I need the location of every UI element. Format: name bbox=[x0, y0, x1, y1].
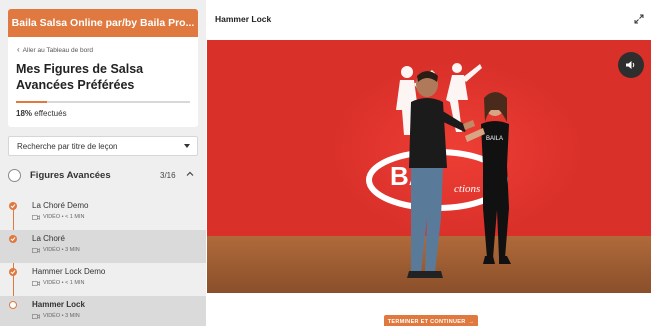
lesson-meta: VIDÉO • 3 MIN bbox=[32, 247, 80, 253]
lesson-item-current[interactable]: Hammer Lock VIDÉO • 3 MIN bbox=[0, 296, 206, 326]
lesson-item[interactable]: La Choré VIDÉO • 3 MIN bbox=[0, 230, 206, 263]
sidebar: Baila Salsa Online par/by Baila Pro... ‹… bbox=[0, 0, 206, 326]
lesson-meta-text: VIDÉO • < 1 MIN bbox=[43, 280, 85, 286]
incomplete-circle-icon bbox=[9, 301, 17, 309]
chevron-up-icon[interactable] bbox=[186, 170, 194, 178]
lesson-meta: VIDÉO • < 1 MIN bbox=[32, 214, 85, 220]
complete-and-continue-button[interactable]: TERMINER ET CONTINUER → bbox=[384, 315, 478, 326]
lesson-meta: VIDÉO • < 1 MIN bbox=[32, 280, 85, 286]
continue-label: TERMINER ET CONTINUER bbox=[387, 318, 466, 325]
lesson-meta-text: VIDÉO • < 1 MIN bbox=[43, 214, 85, 220]
check-icon bbox=[9, 202, 17, 210]
check-icon bbox=[9, 235, 17, 243]
lesson-item[interactable]: La Choré Demo VIDÉO • < 1 MIN bbox=[0, 197, 206, 230]
course-banner[interactable]: Baila Salsa Online par/by Baila Pro... bbox=[8, 9, 198, 37]
lesson-meta-text: VIDÉO • 3 MIN bbox=[43, 313, 80, 319]
video-camera-icon bbox=[32, 247, 40, 253]
arrow-right-icon: → bbox=[468, 318, 475, 325]
check-icon bbox=[9, 268, 17, 276]
progress-text: 18% effectués bbox=[16, 109, 67, 118]
video-camera-icon bbox=[32, 214, 40, 220]
lesson-heading: Hammer Lock bbox=[215, 14, 272, 24]
section-status-icon bbox=[8, 169, 21, 182]
lesson-title: La Choré bbox=[32, 234, 65, 243]
lesson-item[interactable]: Hammer Lock Demo VIDÉO • < 1 MIN bbox=[0, 263, 206, 296]
section-count: 3/16 bbox=[160, 171, 176, 180]
lesson-search-label: Recherche par titre de leçon bbox=[17, 141, 118, 151]
caret-down-icon bbox=[184, 144, 190, 148]
back-link-label: Aller au Tableau de bord bbox=[22, 46, 94, 54]
lesson-title: Hammer Lock bbox=[32, 300, 85, 309]
lesson-title: Hammer Lock Demo bbox=[32, 267, 106, 276]
dancer-woman: BAILA bbox=[465, 92, 511, 264]
video-camera-icon bbox=[32, 313, 40, 319]
mute-button[interactable] bbox=[618, 52, 644, 78]
progress-bar bbox=[16, 101, 190, 103]
lesson-meta: VIDÉO • 3 MIN bbox=[32, 313, 80, 319]
progress-value: 18% bbox=[16, 109, 33, 118]
section-header[interactable]: Figures Avancées 3/16 bbox=[0, 163, 206, 189]
course-card: ‹ Aller au Tableau de bord Mes Figures d… bbox=[8, 37, 198, 127]
chevron-left-icon: ‹ bbox=[17, 45, 20, 54]
back-to-dashboard-link[interactable]: ‹ Aller au Tableau de bord bbox=[17, 46, 93, 54]
lesson-footer: TERMINER ET CONTINUER → bbox=[206, 293, 652, 326]
course-title: Mes Figures de Salsa Avancées Préférées bbox=[16, 62, 144, 92]
lesson-title: La Choré Demo bbox=[32, 201, 89, 210]
video-player[interactable]: BA ctions BAILA bbox=[207, 40, 651, 293]
lesson-topbar: Hammer Lock bbox=[206, 0, 652, 40]
video-camera-icon bbox=[32, 280, 40, 286]
progress-fill bbox=[16, 101, 48, 103]
main-content: Hammer Lock BA ctions BAILA TERMINER ET … bbox=[206, 0, 652, 326]
expand-icon[interactable] bbox=[634, 14, 644, 24]
lesson-search-select[interactable]: Recherche par titre de leçon bbox=[8, 136, 198, 156]
volume-icon bbox=[626, 61, 635, 69]
section-title: Figures Avancées bbox=[30, 170, 111, 181]
lesson-meta-text: VIDÉO • 3 MIN bbox=[43, 247, 80, 253]
svg-text:BAILA: BAILA bbox=[486, 136, 503, 142]
progress-suffix: effectués bbox=[34, 109, 67, 118]
